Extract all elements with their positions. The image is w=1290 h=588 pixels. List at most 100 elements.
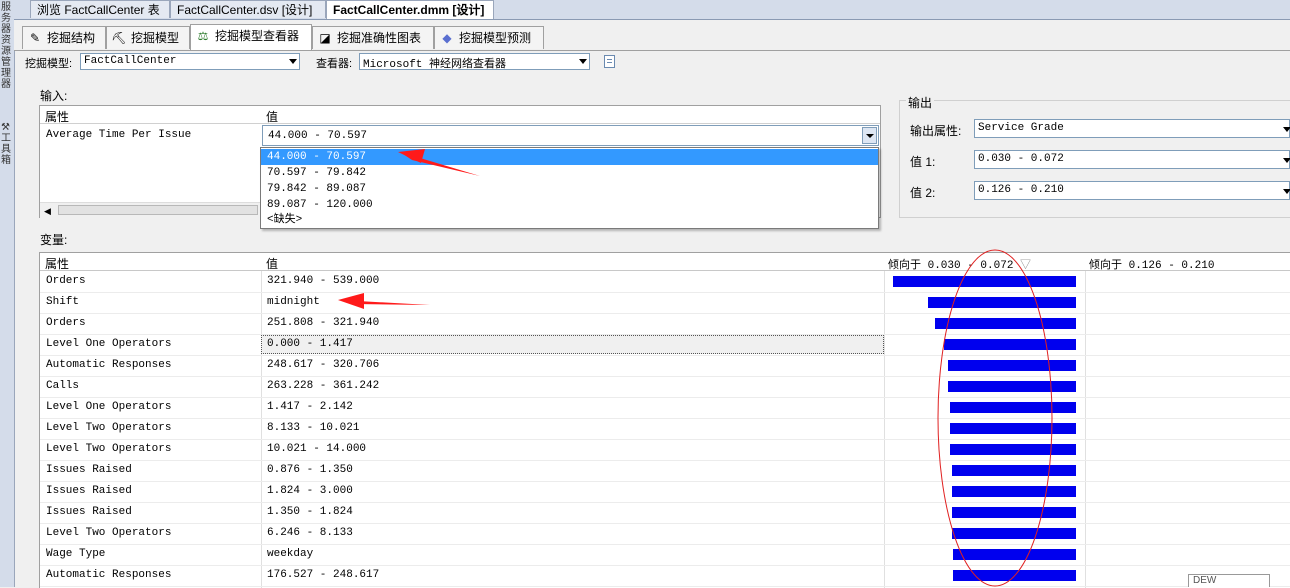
- dropdown-option[interactable]: 70.597 - 79.842: [261, 165, 878, 181]
- row-value: 248.617 - 320.706: [267, 359, 380, 371]
- input-section-label: 输入:: [40, 89, 68, 103]
- value2-select-value: 0.126 - 0.210: [978, 184, 1064, 196]
- tab-label: 挖掘模型预测: [459, 31, 532, 45]
- value2-select[interactable]: 0.126 - 0.210: [974, 181, 1290, 200]
- variables-col-attribute[interactable]: 属性: [45, 255, 69, 272]
- variables-row[interactable]: Calls 263.228 - 361.242: [40, 376, 1290, 398]
- row-attribute: Orders: [46, 317, 86, 329]
- mining-model-select[interactable]: FactCallCenter: [80, 53, 300, 70]
- chevron-down-icon: [1283, 158, 1290, 163]
- model-viewer-icon: ⚖: [197, 29, 209, 43]
- doc-tab-dsv[interactable]: FactCallCenter.dsv [设计]: [170, 0, 326, 18]
- server-explorer-tab[interactable]: 服务器资源管理器: [1, 2, 13, 90]
- variables-row[interactable]: Level Two Operators 8.133 - 10.021: [40, 418, 1290, 440]
- favors-bar: [953, 570, 1076, 581]
- dropdown-option[interactable]: <缺失>: [261, 212, 878, 228]
- input-value-combo[interactable]: 44.000 - 70.597: [262, 125, 879, 146]
- variables-row[interactable]: Issues Raised 1.824 - 3.000: [40, 481, 1290, 503]
- variables-row[interactable]: Orders 251.808 - 321.940: [40, 313, 1290, 335]
- value1-label: 值 1:: [910, 155, 936, 169]
- variables-row[interactable]: Automatic Responses 176.527 - 248.617: [40, 565, 1290, 587]
- favors-bar: [944, 339, 1076, 350]
- scroll-left-icon[interactable]: ◀: [44, 206, 51, 217]
- dropdown-option[interactable]: 79.842 - 89.087: [261, 181, 878, 197]
- variables-grid: 属性 值 倾向于 0.030 - 0.072 ▽ 倾向于 0.126 - 0.2…: [39, 252, 1290, 588]
- input-col-attribute: 属性: [45, 110, 70, 124]
- variables-row[interactable]: Level Two Operators 6.246 - 8.133: [40, 523, 1290, 545]
- dropdown-option[interactable]: 89.087 - 120.000: [261, 197, 878, 213]
- focused-cell: [261, 335, 884, 354]
- variables-col-value[interactable]: 值: [266, 255, 278, 272]
- input-value-text: 44.000 - 70.597: [268, 130, 368, 142]
- variables-row[interactable]: Issues Raised 1.350 - 1.824: [40, 502, 1290, 524]
- toolbox-icon: ⚒: [1, 122, 10, 133]
- dropdown-option[interactable]: 44.000 - 70.597: [261, 149, 878, 165]
- row-value: 251.808 - 321.940: [267, 317, 380, 329]
- favors-bar: [948, 360, 1076, 371]
- row-attribute: Issues Raised: [46, 464, 132, 476]
- chevron-down-icon: [1283, 127, 1290, 132]
- value1-select[interactable]: 0.030 - 0.072: [974, 150, 1290, 169]
- scrollbar-thumb[interactable]: [58, 205, 258, 215]
- doc-tab-dmm[interactable]: FactCallCenter.dmm [设计]: [326, 0, 494, 19]
- variables-row[interactable]: Automatic Responses 248.617 - 320.706: [40, 355, 1290, 377]
- row-value: midnight: [267, 296, 320, 308]
- tab-mining-structure[interactable]: ✎ 挖掘结构: [22, 26, 106, 49]
- row-attribute: Automatic Responses: [46, 569, 172, 581]
- viewer-toolbar: 挖掘模型: FactCallCenter 查看器: Microsoft 神经网络…: [14, 50, 1290, 76]
- favors-bar: [928, 297, 1076, 308]
- tab-mining-model[interactable]: ⛏ 挖掘模型: [106, 26, 190, 49]
- favors-bar: [935, 318, 1076, 329]
- tab-model-viewer[interactable]: ⚖ 挖掘模型查看器: [190, 24, 312, 50]
- prediction-icon: ◆: [442, 31, 452, 45]
- row-value: 8.133 - 10.021: [267, 422, 360, 434]
- variables-row[interactable]: Wage Type weekday: [40, 544, 1290, 566]
- toolbox-tab[interactable]: ⚒工具箱: [1, 122, 13, 166]
- variables-row[interactable]: Level One Operators 1.417 - 2.142: [40, 397, 1290, 419]
- tab-label: 挖掘结构: [47, 31, 96, 45]
- doc-tab-label: 浏览 FactCallCenter 表: [37, 3, 160, 17]
- row-value: 263.228 - 361.242: [267, 380, 380, 392]
- variables-col-favors-1[interactable]: 倾向于 0.030 - 0.072 ▽: [888, 256, 1031, 272]
- viewer-select[interactable]: Microsoft 神经网络查看器: [359, 53, 590, 71]
- doc-tab-label: FactCallCenter.dsv [设计]: [177, 3, 313, 17]
- row-value: 6.246 - 8.133: [267, 527, 353, 539]
- row-attribute: Calls: [46, 380, 80, 392]
- row-value: 1.417 - 2.142: [267, 401, 353, 413]
- status-corner-box: DEW: [1188, 574, 1270, 587]
- output-attribute-value: Service Grade: [978, 122, 1064, 134]
- mining-model-select-value: FactCallCenter: [84, 55, 177, 67]
- copy-to-clipboard-icon[interactable]: [604, 55, 615, 68]
- favors-bar: [950, 402, 1076, 413]
- variables-row[interactable]: Level One Operators 0.000 - 1.417: [40, 334, 1290, 356]
- designer-tabs: ✎ 挖掘结构 ⛏ 挖掘模型 ⚖ 挖掘模型查看器 ◪ 挖掘准确性图表 ◆ 挖掘模型预测: [14, 20, 1290, 51]
- variables-row[interactable]: Orders 321.940 - 539.000: [40, 271, 1290, 293]
- row-value: 0.876 - 1.350: [267, 464, 353, 476]
- tab-accuracy-chart[interactable]: ◪ 挖掘准确性图表: [312, 26, 434, 49]
- doc-tab-label: FactCallCenter.dmm [设计]: [333, 3, 485, 17]
- variables-row[interactable]: Issues Raised 0.876 - 1.350: [40, 460, 1290, 482]
- variables-row[interactable]: Level Two Operators 10.021 - 14.000: [40, 439, 1290, 461]
- row-attribute: Level One Operators: [46, 338, 172, 350]
- variables-row[interactable]: Shift midnight: [40, 292, 1290, 314]
- left-tool-strip: 服务器资源管理器 ⚒工具箱: [0, 0, 15, 587]
- variables-section-label: 变量:: [40, 233, 68, 247]
- input-horizontal-scrollbar[interactable]: ◀: [40, 202, 262, 218]
- tab-prediction[interactable]: ◆ 挖掘模型预测: [434, 26, 544, 49]
- doc-tab-browse-table[interactable]: 浏览 FactCallCenter 表: [30, 0, 170, 18]
- row-value: 176.527 - 248.617: [267, 569, 380, 581]
- output-attribute-select[interactable]: Service Grade: [974, 119, 1290, 138]
- row-value: 1.824 - 3.000: [267, 485, 353, 497]
- tab-label: 挖掘准确性图表: [337, 31, 422, 45]
- row-attribute: Level Two Operators: [46, 443, 172, 455]
- combo-dropdown-button[interactable]: [862, 127, 877, 144]
- value1-select-value: 0.030 - 0.072: [978, 153, 1064, 165]
- variables-col-favors-2[interactable]: 倾向于 0.126 - 0.210: [1089, 256, 1214, 272]
- row-value: 10.021 - 14.000: [267, 443, 367, 455]
- tab-label: 挖掘模型查看器: [215, 29, 300, 43]
- favors-bar: [950, 423, 1076, 434]
- row-attribute: Level Two Operators: [46, 422, 172, 434]
- viewer-select-value: Microsoft 神经网络查看器: [363, 59, 507, 71]
- row-attribute: Automatic Responses: [46, 359, 172, 371]
- row-attribute: Level One Operators: [46, 401, 172, 413]
